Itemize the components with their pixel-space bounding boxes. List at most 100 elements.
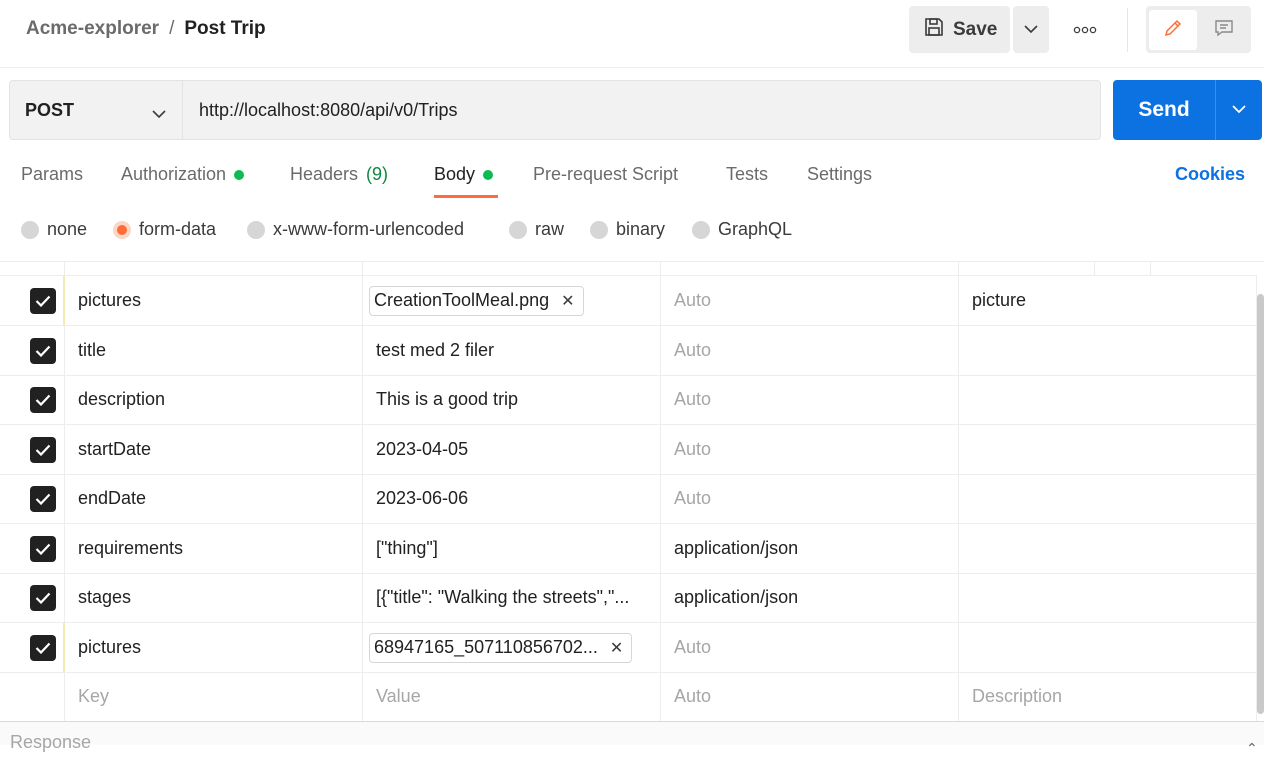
- tab-body[interactable]: Body: [434, 164, 494, 185]
- radio-label: raw: [535, 219, 565, 239]
- content-type-placeholder: Auto: [674, 686, 712, 706]
- url-value: http://localhost:8080/api/v0/Trips: [199, 99, 458, 120]
- tab-params[interactable]: Params: [21, 164, 83, 185]
- row-checkbox[interactable]: [30, 535, 56, 562]
- description-cell[interactable]: [958, 623, 1257, 672]
- description-cell[interactable]: [958, 573, 1257, 622]
- tab-label: Headers: [290, 164, 359, 184]
- cookies-link[interactable]: Cookies: [1175, 164, 1245, 185]
- row-checkbox[interactable]: [30, 337, 56, 364]
- key-cell[interactable]: endDate: [64, 474, 362, 523]
- new-value-input[interactable]: Value: [362, 672, 660, 721]
- row-checkbox[interactable]: [30, 436, 56, 463]
- table-row: title test med 2 filer Auto: [0, 326, 1257, 376]
- row-checkbox[interactable]: [30, 287, 56, 314]
- value-cell[interactable]: test med 2 filer: [362, 326, 660, 375]
- row-checkbox-cell: [0, 425, 64, 474]
- column-divider: [958, 262, 959, 276]
- radio-label: x-www-form-urlencoded: [273, 219, 465, 239]
- value-cell[interactable]: ["thing"]: [362, 524, 660, 573]
- radio-label: none: [47, 219, 88, 239]
- file-name: 68947165_507110856702...: [374, 637, 598, 657]
- row-checkbox[interactable]: [30, 634, 56, 661]
- save-icon: [923, 16, 945, 44]
- row-checkbox-cell: [0, 623, 64, 672]
- key-text: endDate: [78, 488, 147, 508]
- send-button[interactable]: Send: [1113, 80, 1215, 140]
- edit-mode-button[interactable]: [1149, 10, 1197, 50]
- breadcrumb-separator: /: [169, 18, 175, 39]
- content-type-cell[interactable]: Auto: [660, 326, 958, 375]
- key-cell[interactable]: stages: [64, 573, 362, 622]
- content-type-text: Auto: [674, 488, 712, 508]
- value-cell[interactable]: [{"title": "Walking the streets","...: [362, 573, 660, 622]
- tab-pre-request-script[interactable]: Pre-request Script: [533, 164, 678, 185]
- description-cell[interactable]: [958, 524, 1257, 573]
- more-actions-button[interactable]: [1066, 15, 1104, 45]
- value-cell[interactable]: CreationToolMeal.png ✕: [362, 276, 660, 325]
- content-type-cell[interactable]: Auto: [660, 474, 958, 523]
- new-content-type-input[interactable]: Auto: [660, 672, 958, 721]
- description-cell[interactable]: [958, 474, 1257, 523]
- tab-authorization[interactable]: Authorization: [121, 164, 245, 185]
- content-type-cell[interactable]: Auto: [660, 425, 958, 474]
- radio-none[interactable]: none: [21, 219, 87, 240]
- key-cell[interactable]: title: [64, 326, 362, 375]
- new-key-input[interactable]: Key: [64, 672, 362, 721]
- column-divider: [1094, 262, 1095, 276]
- radio-label: GraphQL: [718, 219, 793, 239]
- breadcrumb-request[interactable]: Post Trip: [184, 18, 265, 40]
- key-cell[interactable]: description: [64, 375, 362, 424]
- radio-form-data[interactable]: form-data: [113, 219, 216, 240]
- save-label: Save: [953, 18, 998, 40]
- radio-graphql[interactable]: GraphQL: [692, 219, 792, 240]
- row-checkbox[interactable]: [30, 485, 56, 512]
- key-text: stages: [78, 587, 132, 607]
- description-cell[interactable]: picture: [958, 276, 1257, 325]
- value-cell[interactable]: 68947165_507110856702... ✕: [362, 623, 660, 672]
- content-type-cell[interactable]: application/json: [660, 573, 958, 622]
- row-checkbox-cell: [0, 375, 64, 424]
- description-cell[interactable]: [958, 425, 1257, 474]
- content-type-text: Auto: [674, 290, 712, 310]
- key-text: description: [78, 389, 166, 409]
- value-cell[interactable]: 2023-06-06: [362, 474, 660, 523]
- description-cell[interactable]: [958, 326, 1257, 375]
- row-checkbox[interactable]: [30, 584, 56, 611]
- column-divider: [362, 262, 363, 276]
- content-type-cell[interactable]: Auto: [660, 375, 958, 424]
- method-select[interactable]: POST: [9, 80, 182, 140]
- save-dropdown-button[interactable]: [1013, 6, 1049, 53]
- file-name: CreationToolMeal.png: [374, 290, 550, 310]
- value-cell[interactable]: 2023-04-05: [362, 425, 660, 474]
- key-cell[interactable]: startDate: [64, 425, 362, 474]
- new-description-input[interactable]: Description: [958, 672, 1257, 721]
- url-input[interactable]: http://localhost:8080/api/v0/Trips: [182, 80, 1101, 140]
- status-dot: [234, 169, 245, 180]
- key-cell[interactable]: pictures: [64, 276, 362, 325]
- send-dropdown-button[interactable]: [1215, 80, 1262, 140]
- radio-binary[interactable]: binary: [590, 219, 665, 240]
- content-type-cell[interactable]: application/json: [660, 524, 958, 573]
- key-text: pictures: [78, 290, 142, 310]
- vertical-scrollbar[interactable]: [1257, 294, 1264, 714]
- comments-button[interactable]: [1200, 10, 1248, 50]
- key-cell[interactable]: pictures: [64, 623, 362, 672]
- tab-settings[interactable]: Settings: [807, 164, 872, 185]
- remove-file-icon[interactable]: ✕: [610, 638, 623, 658]
- key-text: startDate: [78, 439, 152, 459]
- remove-file-icon[interactable]: ✕: [561, 291, 574, 311]
- tab-tests[interactable]: Tests: [726, 164, 768, 185]
- save-button[interactable]: Save: [909, 6, 1010, 53]
- response-expand-icon[interactable]: ⌃: [1246, 740, 1258, 757]
- description-cell[interactable]: [958, 375, 1257, 424]
- breadcrumb-collection[interactable]: Acme-explorer: [26, 18, 159, 40]
- radio-x-www-form-urlencoded[interactable]: x-www-form-urlencoded: [247, 219, 464, 240]
- value-cell[interactable]: This is a good trip: [362, 375, 660, 424]
- content-type-cell[interactable]: Auto: [660, 623, 958, 672]
- tab-headers[interactable]: Headers (9): [290, 164, 388, 185]
- radio-raw[interactable]: raw: [509, 219, 564, 240]
- row-checkbox[interactable]: [30, 386, 56, 413]
- content-type-cell[interactable]: Auto: [660, 276, 958, 325]
- key-cell[interactable]: requirements: [64, 524, 362, 573]
